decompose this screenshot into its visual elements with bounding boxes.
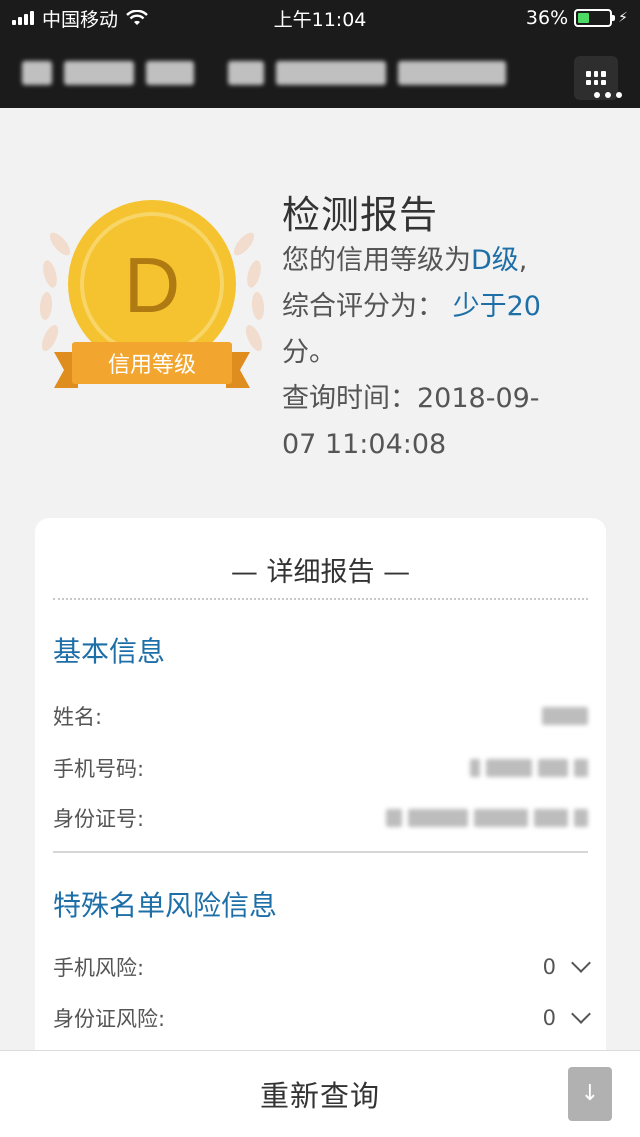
risk-info-title: 特殊名单风险信息: [53, 889, 278, 922]
report-summary: 您的信用等级为D级, 综合评分为： 少于20 分。 查询时间：2018-09- …: [282, 238, 582, 468]
nav-title-masked: [22, 57, 507, 87]
detail-report-heading: — 详细报告 —: [230, 557, 411, 588]
carrier-name: 中国移动: [42, 8, 119, 31]
status-right: 36% ⚡: [526, 7, 628, 29]
more-icon[interactable]: [594, 92, 622, 98]
download-button[interactable]: ↓: [568, 1067, 612, 1121]
field-phone-row: 手机号码:: [53, 753, 588, 783]
masked-value: [542, 707, 588, 725]
risk-row-id[interactable]: 身份证风险: 0: [53, 1003, 591, 1033]
wifi-icon: [126, 10, 148, 25]
query-time-line: 查询时间：2018-09-: [282, 383, 540, 414]
credit-grade-badge: D 信用等级: [39, 200, 265, 388]
field-id-row: 身份证号:: [53, 803, 588, 833]
download-icon: ↓: [580, 1081, 600, 1106]
score-unit: 分。: [282, 337, 336, 368]
grade-value: D级: [471, 245, 519, 276]
grade-line: 您的信用等级为D级,: [282, 245, 528, 276]
masked-value: [470, 759, 588, 777]
risk-value: 0: [542, 1006, 556, 1030]
masked-value: [386, 809, 588, 827]
status-left: 中国移动: [12, 5, 148, 32]
grid-icon: [586, 71, 606, 85]
grade-letter: D: [124, 241, 180, 329]
nav-bar: [0, 36, 640, 108]
chevron-down-icon[interactable]: [571, 953, 591, 973]
battery-icon: [574, 9, 616, 27]
status-bar: 中国移动 上午11:04 36% ⚡: [0, 0, 640, 36]
query-time-line-2: 07 11:04:08: [282, 429, 447, 460]
ribbon-text: 信用等级: [108, 353, 196, 378]
divider: [53, 598, 588, 600]
requery-button[interactable]: 重新查询: [260, 1073, 380, 1115]
detail-report-card: — 详细报告 — 基本信息 姓名: 手机号码: 身份证号: 特殊名单风险信息 手…: [35, 518, 606, 1078]
score-value: 少于20: [452, 291, 541, 322]
report-title: 检测报告: [282, 193, 439, 237]
risk-row-phone[interactable]: 手机风险: 0: [53, 952, 591, 982]
signal-icon: [12, 11, 34, 25]
bottom-bar: 重新查询 ↓: [0, 1050, 640, 1137]
divider: [53, 851, 588, 853]
battery-percent: 36%: [525, 7, 569, 29]
basic-info-title: 基本信息: [53, 635, 166, 668]
risk-value: 0: [542, 955, 556, 979]
score-line: 综合评分为： 少于20: [282, 291, 541, 322]
field-name-row: 姓名:: [53, 701, 588, 731]
charging-icon: ⚡: [618, 10, 628, 26]
chevron-down-icon[interactable]: [571, 1004, 591, 1024]
